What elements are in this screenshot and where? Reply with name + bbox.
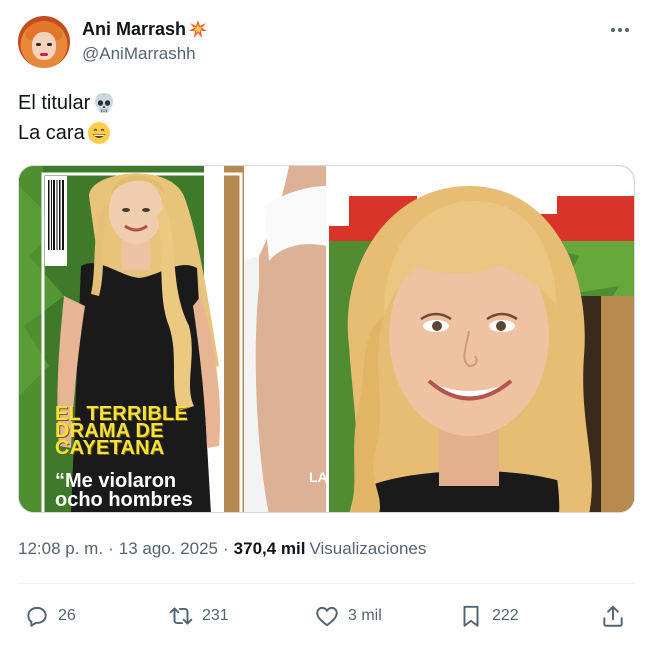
name-row: Ani Marrash bbox=[82, 18, 208, 40]
media-image-face-closeup[interactable] bbox=[329, 166, 634, 512]
action-bar: 26 231 3 mil 222 bbox=[18, 598, 635, 634]
bookmark-count: 222 bbox=[492, 607, 519, 624]
bookmark-icon bbox=[463, 605, 479, 627]
avatar[interactable] bbox=[18, 16, 70, 68]
media-image-magazine-cover[interactable]: EL TERRIBLE DRAMA DE CAYETANA “Me violar… bbox=[19, 166, 326, 512]
tweet-line: El titular bbox=[18, 88, 116, 118]
collision-emoji-icon bbox=[189, 20, 208, 38]
repost-button[interactable]: 231 bbox=[168, 598, 229, 634]
tweet-date[interactable]: 13 ago. 2025 bbox=[119, 539, 218, 559]
tweet-meta: 12:08 p. m. · 13 ago. 2025 · 370,4 mil V… bbox=[18, 538, 426, 560]
repost-icon bbox=[169, 607, 193, 625]
like-button[interactable]: 3 mil bbox=[314, 598, 382, 634]
tweet-text: El titular La cara bbox=[18, 88, 116, 148]
cover-headline: EL TERRIBLE DRAMA DE CAYETANA bbox=[55, 404, 235, 459]
skull-emoji-icon bbox=[95, 93, 114, 113]
magazine-cover-illustration bbox=[19, 166, 326, 512]
handle[interactable]: @AniMarrashh bbox=[82, 44, 196, 64]
tweet-line: La cara bbox=[18, 118, 116, 148]
face-closeup-illustration bbox=[329, 166, 634, 512]
reply-icon bbox=[27, 606, 47, 627]
media-grid: EL TERRIBLE DRAMA DE CAYETANA “Me violar… bbox=[18, 165, 635, 513]
meta-separator: · bbox=[223, 539, 229, 558]
tweet: Ani Marrash @AniMarrashh El titular La c… bbox=[0, 0, 653, 654]
display-name[interactable]: Ani Marrash bbox=[82, 19, 186, 40]
cover-quote-line: ocho hombres bbox=[55, 489, 193, 511]
cover-quote: “Me violaron ocho hombres bbox=[55, 471, 255, 511]
bookmark-button[interactable]: 222 bbox=[458, 598, 519, 634]
like-count: 3 mil bbox=[348, 607, 382, 624]
cover-headline-line: CAYETANA bbox=[55, 437, 165, 459]
tweet-time[interactable]: 12:08 p. m. bbox=[18, 539, 103, 559]
grinning-face-emoji-icon bbox=[87, 122, 110, 144]
avatar-eye bbox=[36, 43, 41, 46]
heart-icon bbox=[316, 606, 338, 627]
reply-count: 26 bbox=[58, 607, 76, 624]
meta-separator: · bbox=[108, 539, 114, 558]
tweet-line-text: El titular bbox=[18, 92, 91, 114]
reply-button[interactable]: 26 bbox=[24, 598, 76, 634]
divider bbox=[18, 583, 635, 584]
views-count[interactable]: 370,4 mil bbox=[234, 539, 306, 559]
avatar-eye bbox=[47, 43, 52, 46]
share-icon bbox=[603, 605, 623, 627]
views-label[interactable]: Visualizaciones bbox=[310, 539, 427, 559]
tweet-line-text: La cara bbox=[18, 122, 85, 144]
repost-count: 231 bbox=[202, 607, 229, 624]
avatar-lips bbox=[40, 53, 48, 56]
more-options-icon[interactable] bbox=[605, 20, 635, 40]
share-button[interactable] bbox=[600, 598, 626, 634]
cover-tag: LA bbox=[309, 469, 326, 485]
